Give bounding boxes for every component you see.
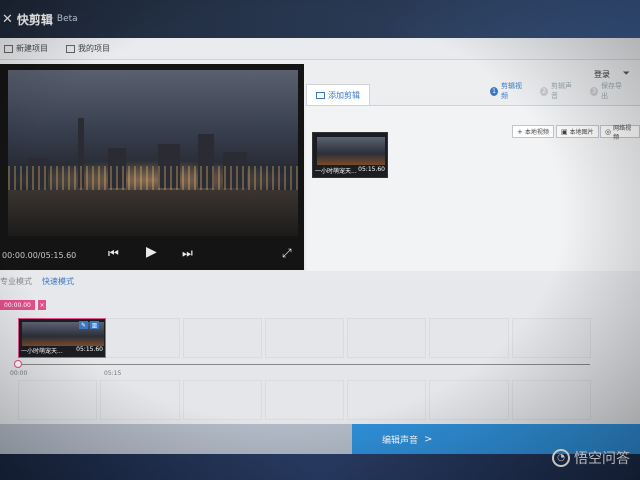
watermark-text: 悟空问答	[574, 451, 630, 467]
step-number: 3	[590, 86, 599, 96]
app-logo-icon: ✕	[2, 11, 13, 27]
media-item-duration: 05:15.60	[358, 166, 385, 173]
clip-title: 一小时萌宠天...	[21, 348, 63, 355]
toolbar: 新建项目 我的项目	[0, 38, 640, 60]
media-thumbnail	[317, 137, 385, 165]
edit-audio-label: 编辑声音	[382, 435, 419, 446]
track-slot	[347, 318, 427, 358]
tab-add-clip[interactable]: 添加剪辑	[306, 84, 370, 106]
chevron-right-icon: >	[424, 433, 433, 445]
tick-label: 05:15	[104, 370, 122, 377]
folder-icon	[66, 44, 75, 53]
import-web-video-button[interactable]: ◎ 网络视频	[600, 124, 640, 141]
plus-icon: +	[517, 127, 523, 136]
track-slot	[511, 380, 591, 420]
audio-track	[18, 380, 594, 420]
track-slot	[347, 380, 427, 420]
tab-add-clip-label: 添加剪辑	[328, 91, 360, 100]
bottom-bar	[0, 424, 352, 454]
track-slot	[429, 318, 509, 358]
step-number: 1	[490, 86, 499, 96]
tick-label: 00:00	[10, 370, 28, 377]
media-item-title: 一小时萌宠天...	[315, 168, 357, 175]
desktop-taskbar	[0, 454, 640, 480]
watermark: ◔ 悟空问答	[552, 448, 630, 468]
mode-switch: 专业模式 快速模式	[0, 276, 74, 287]
step-label: 剪辑声音	[551, 82, 573, 100]
new-file-icon	[4, 44, 13, 53]
my-project-label: 我的项目	[78, 44, 110, 53]
track-slot	[264, 380, 345, 420]
menu-dropdown-icon[interactable]: ⏷	[623, 69, 630, 79]
track-slot	[429, 380, 509, 420]
wukong-logo-icon: ◔	[552, 449, 570, 467]
image-icon: ▣	[561, 127, 568, 136]
track-slot	[511, 318, 591, 358]
fullscreen-icon[interactable]: ⤢	[282, 246, 292, 261]
marker-close-icon[interactable]: ×	[38, 300, 46, 310]
fast-mode-tab[interactable]: 快速模式	[42, 276, 74, 287]
timeline-ruler[interactable]	[14, 364, 590, 365]
media-library-panel: + 本地视频 ▣ 本地图片 ◎ 网络视频 一小时萌宠天... 05:15.60	[306, 105, 640, 271]
player-controls: 00:00.00/05:15.60 ⏮ ▶ ⏭ ⤢	[0, 240, 304, 270]
track-slot	[18, 380, 98, 420]
water-reflection	[8, 190, 298, 236]
track-slot	[100, 318, 180, 358]
track-slot	[182, 318, 262, 358]
app-window: ✕ 快剪辑 Beta 新建项目 我的项目 登录 ⏷ 00:00.00/05:15	[0, 0, 640, 480]
timeline: 00:00.00 × ✎ ▥ 一小时萌宠天... 05:15.60 00:00 …	[0, 296, 640, 424]
web-icon: ◎	[605, 127, 612, 136]
track-slot	[182, 380, 262, 420]
new-project-label: 新建项目	[16, 44, 48, 53]
timeline-clip[interactable]: ✎ ▥ 一小时萌宠天... 05:15.60	[18, 318, 106, 358]
video-preview[interactable]	[8, 70, 298, 236]
app-title: 快剪辑	[16, 12, 53, 27]
trash-icon[interactable]: ▥	[90, 321, 99, 329]
step-edit-audio: 2 剪辑声音	[540, 81, 576, 101]
title-bar: ✕ 快剪辑 Beta	[0, 0, 640, 38]
step-number: 2	[540, 86, 549, 96]
step-edit-video: 1 剪辑视频	[490, 81, 526, 101]
step-label: 剪辑视频	[501, 82, 523, 100]
current-time-marker[interactable]: 00:00.00	[0, 300, 35, 310]
import-local-video-button[interactable]: + 本地视频	[512, 125, 554, 138]
my-project-button[interactable]: 我的项目	[66, 43, 110, 54]
playhead-handle[interactable]	[14, 360, 22, 368]
beta-badge: Beta	[56, 14, 78, 24]
track-slot	[100, 380, 180, 420]
media-item[interactable]: 一小时萌宠天... 05:15.60	[312, 132, 388, 178]
camera-icon	[316, 92, 325, 99]
step-indicator: 1 剪辑视频 2 剪辑声音 3 保存导出	[490, 81, 640, 101]
login-link[interactable]: 登录	[594, 69, 610, 80]
pro-mode-tab[interactable]: 专业模式	[0, 276, 32, 287]
step-label: 保存导出	[601, 82, 623, 100]
import-local-video-label: 本地视频	[524, 129, 549, 136]
next-frame-icon[interactable]: ⏭	[182, 246, 193, 261]
import-local-image-label: 本地图片	[569, 129, 594, 136]
play-icon[interactable]: ▶	[146, 244, 157, 260]
clip-duration: 05:15.60	[76, 346, 103, 353]
previous-frame-icon[interactable]: ⏮	[108, 246, 119, 261]
step-export: 3 保存导出	[590, 81, 626, 101]
pencil-icon[interactable]: ✎	[79, 321, 88, 329]
track-slot	[264, 318, 345, 358]
video-player: 00:00.00/05:15.60 ⏮ ▶ ⏭ ⤢	[0, 64, 304, 270]
import-web-video-label: 网络视频	[613, 124, 632, 141]
import-local-image-button[interactable]: ▣ 本地图片	[556, 125, 599, 138]
new-project-button[interactable]: 新建项目	[4, 43, 48, 54]
time-display: 00:00.00/05:15.60	[2, 250, 77, 260]
